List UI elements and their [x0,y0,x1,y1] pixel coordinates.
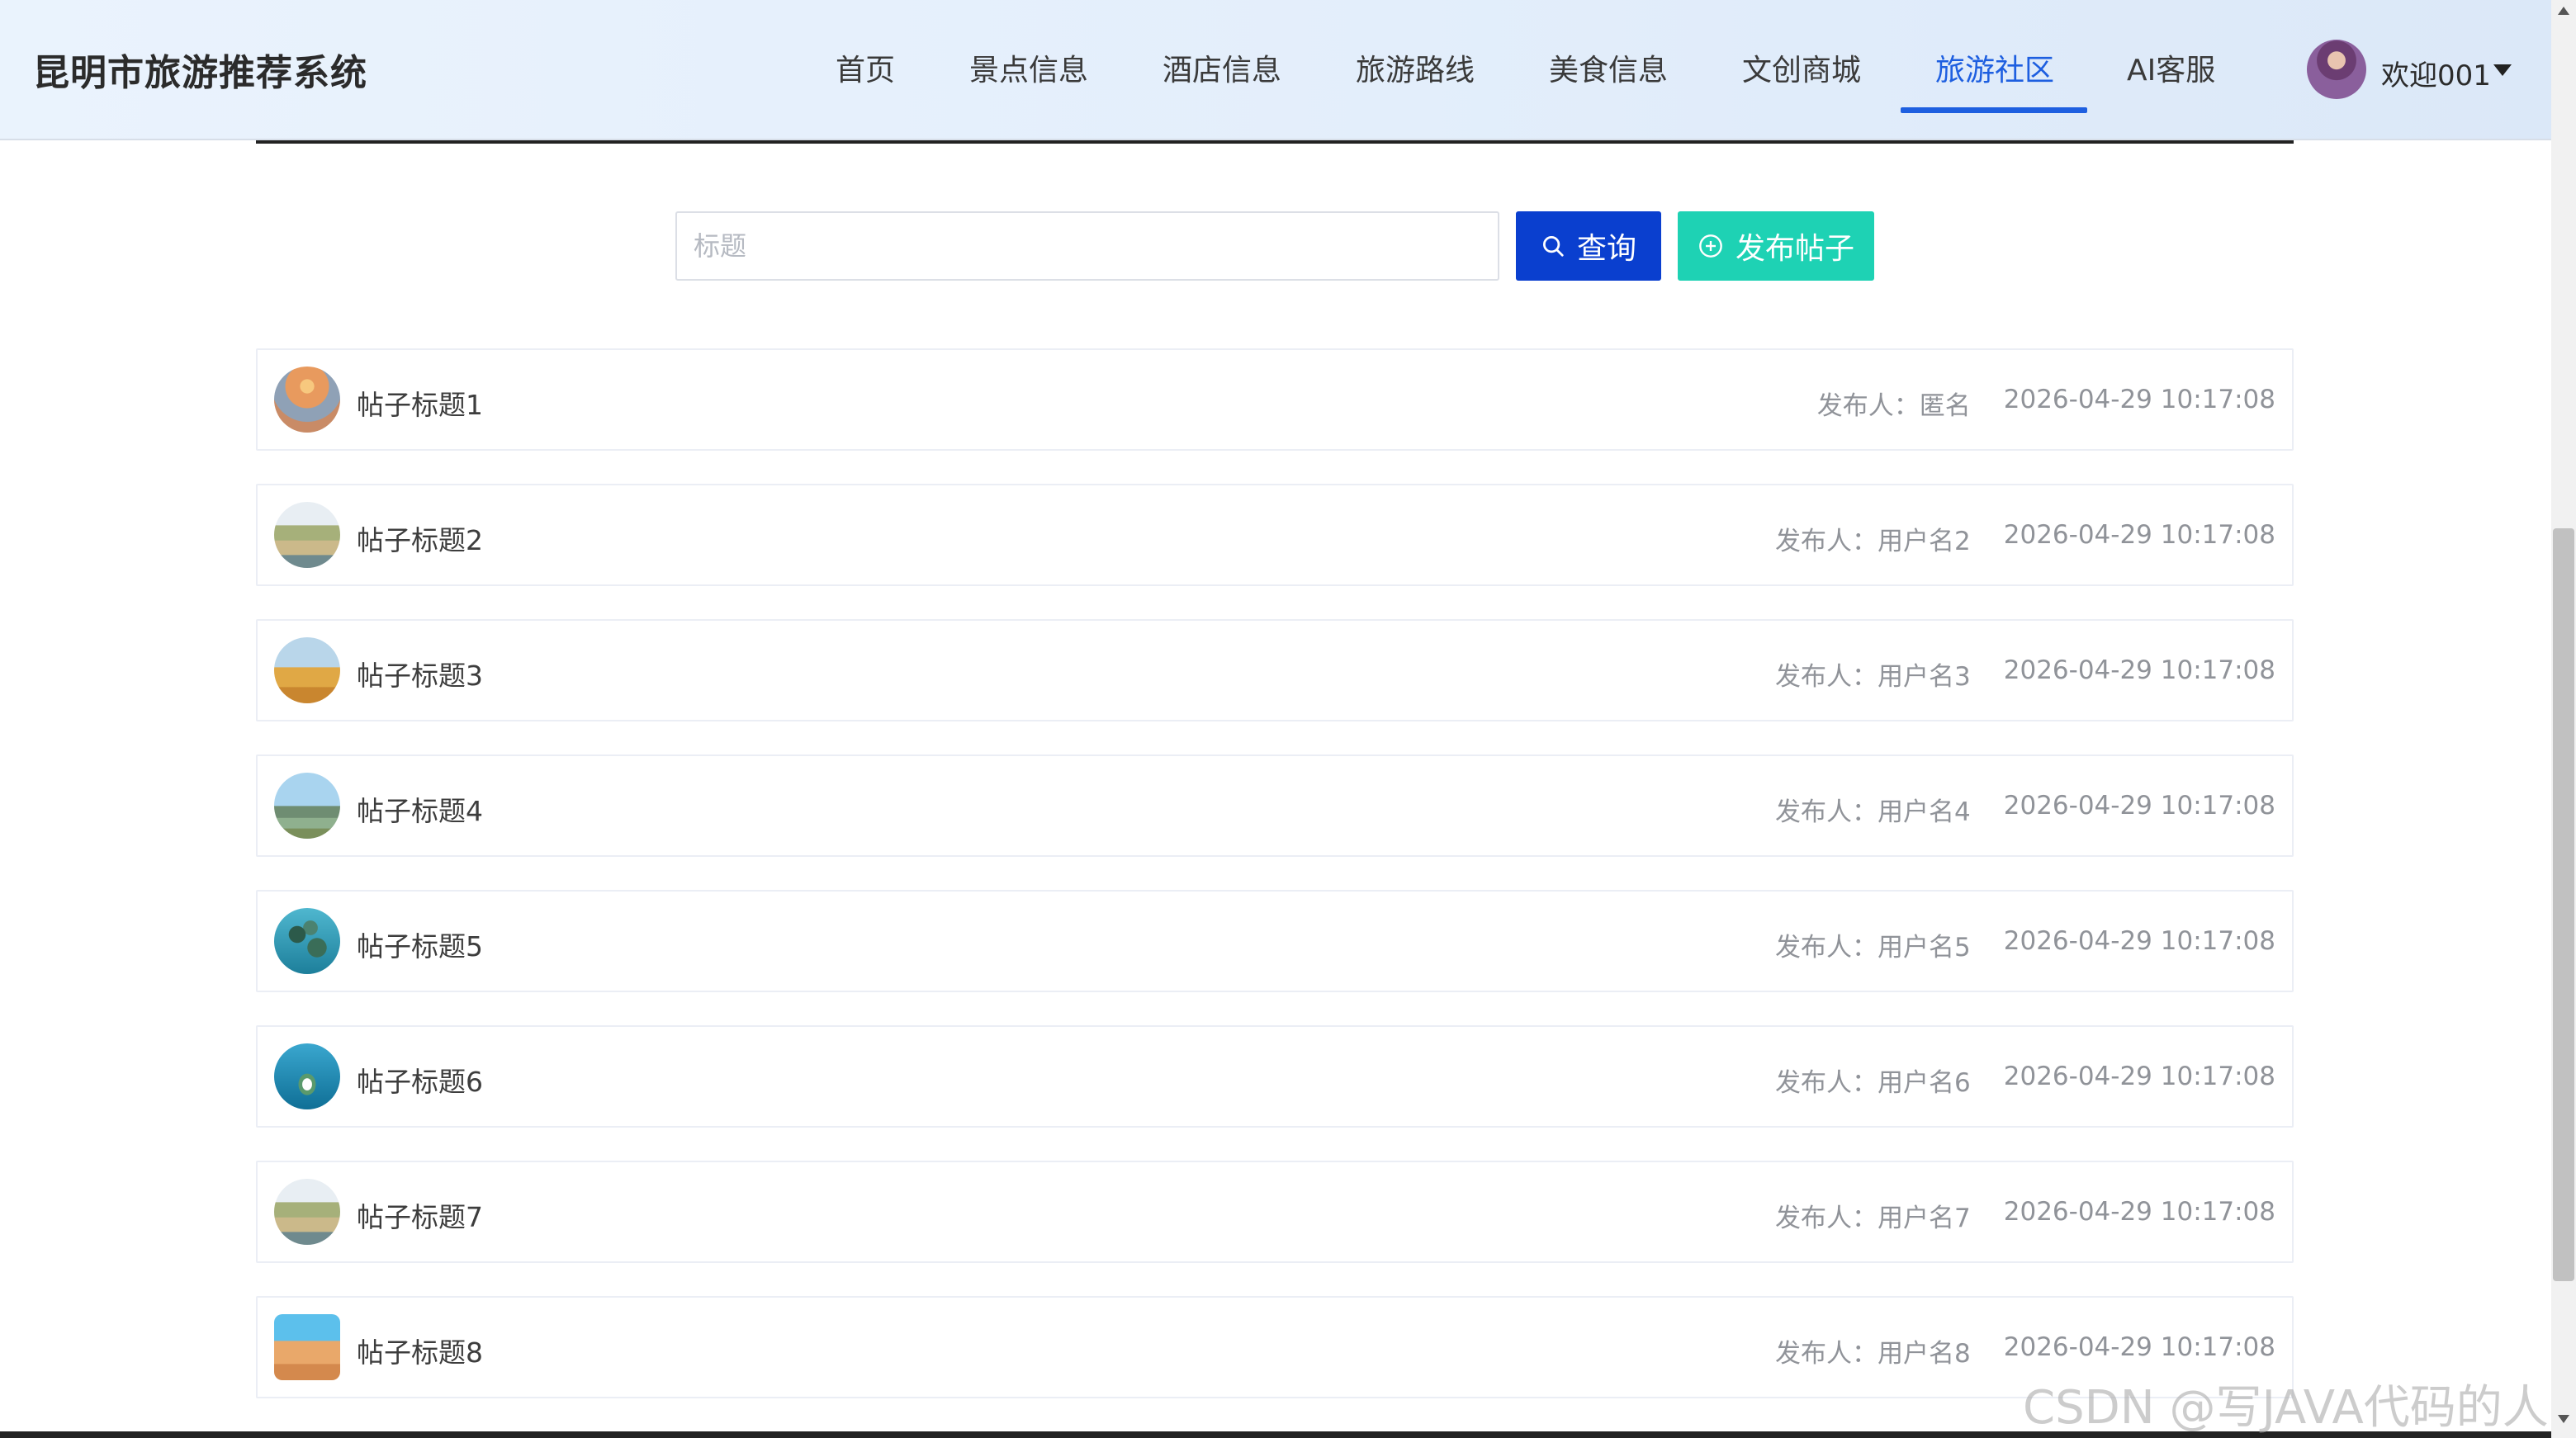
chevron-down-icon[interactable] [2493,64,2512,76]
post-title[interactable]: 帖子标题8 [357,1331,483,1370]
post-time: 2026-04-29 10:17:08 [2003,655,2275,685]
post-time: 2026-04-29 10:17:08 [2003,1062,2275,1091]
post-thumbnail-ocean-island [274,1043,340,1109]
post-time: 2026-04-29 10:17:08 [2003,926,2275,956]
post-thumbnail-wetland [274,1179,340,1245]
post-list-item[interactable]: 帖子标题8 发布人：用户名8 2026-04-29 10:17:08 [256,1296,2294,1398]
post-author: 发布人：用户名3 [1775,662,1971,692]
post-title[interactable]: 帖子标题3 [357,654,483,693]
post-title[interactable]: 帖子标题7 [357,1195,483,1235]
post-author: 发布人：匿名 [1816,391,1971,421]
post-time: 2026-04-29 10:17:08 [2003,1332,2275,1362]
post-thumbnail-coral-reef [274,908,340,974]
post-thumbnail-sunset-beach [274,367,340,433]
post-title[interactable]: 帖子标题2 [357,518,483,558]
plus-circle-icon [1699,234,1722,258]
page: 昆明市旅游推荐系统 首页 景点信息 酒店信息 旅游路线 美食信息 文创商城 旅游… [0,0,2576,1438]
post-list-item[interactable]: 帖子标题1 发布人：匿名 2026-04-29 10:17:08 [256,348,2294,451]
post-author: 发布人：用户名4 [1775,797,1971,827]
scroll-down-icon[interactable] [2558,1415,2569,1423]
post-title[interactable]: 帖子标题1 [357,383,483,423]
post-title[interactable]: 帖子标题5 [357,925,483,964]
query-button-label: 查询 [1576,232,1636,266]
nav-item-routes[interactable]: 旅游路线 [1356,46,1475,89]
post-thumbnail-windmill-field [274,637,340,703]
nav-item-food[interactable]: 美食信息 [1549,46,1668,89]
nav-item-ai-service[interactable]: AI客服 [2127,46,2215,89]
create-post-button-label: 发布帖子 [1735,232,1854,266]
top-navbar: 昆明市旅游推荐系统 首页 景点信息 酒店信息 旅游路线 美食信息 文创商城 旅游… [0,0,2551,140]
post-list-item[interactable]: 帖子标题2 发布人：用户名2 2026-04-29 10:17:08 [256,484,2294,586]
post-title[interactable]: 帖子标题6 [357,1060,483,1100]
post-time: 2026-04-29 10:17:08 [2003,791,2275,821]
active-nav-indicator [1901,107,2087,113]
watermark: CSDN @写JAVA代码的人 [2023,1381,2549,1435]
user-avatar-icon[interactable] [2307,40,2366,99]
query-button[interactable]: 查询 [1516,211,1661,281]
scroll-up-icon[interactable] [2558,7,2569,15]
post-author: 发布人：用户名8 [1775,1339,1971,1369]
nav-item-attractions[interactable]: 景点信息 [969,46,1088,89]
post-author: 发布人：用户名2 [1775,527,1971,556]
page-scrollbar-thumb[interactable] [2553,528,2574,1281]
post-author: 发布人：用户名6 [1775,1068,1971,1098]
search-icon [1542,236,1564,257]
header-divider [256,140,2294,144]
post-list-item[interactable]: 帖子标题6 发布人：用户名6 2026-04-29 10:17:08 [256,1025,2294,1128]
post-thumbnail-wetland [274,502,340,568]
post-time: 2026-04-29 10:17:08 [2003,1197,2275,1227]
welcome-text[interactable]: 欢迎001 [2381,53,2491,93]
post-list-item[interactable]: 帖子标题3 发布人：用户名3 2026-04-29 10:17:08 [256,619,2294,721]
title-search-input[interactable] [675,211,1499,281]
post-author: 发布人：用户名7 [1775,1204,1971,1233]
post-list-item[interactable]: 帖子标题7 发布人：用户名7 2026-04-29 10:17:08 [256,1161,2294,1263]
post-time: 2026-04-29 10:17:08 [2003,385,2275,414]
post-thumbnail-mountain-lake [274,773,340,839]
post-thumbnail-desert-beach [274,1314,340,1380]
nav-item-shop[interactable]: 文创商城 [1742,46,1861,89]
nav-item-home[interactable]: 首页 [836,46,895,89]
site-brand[interactable]: 昆明市旅游推荐系统 [33,43,367,96]
nav-item-community[interactable]: 旅游社区 [1935,46,2054,89]
post-title[interactable]: 帖子标题4 [357,789,483,829]
post-time: 2026-04-29 10:17:08 [2003,520,2275,550]
create-post-button[interactable]: 发布帖子 [1678,211,1874,281]
nav-item-hotels[interactable]: 酒店信息 [1163,46,1281,89]
post-list-item[interactable]: 帖子标题4 发布人：用户名4 2026-04-29 10:17:08 [256,754,2294,857]
post-list-item[interactable]: 帖子标题5 发布人：用户名5 2026-04-29 10:17:08 [256,890,2294,992]
post-author: 发布人：用户名5 [1775,933,1971,963]
